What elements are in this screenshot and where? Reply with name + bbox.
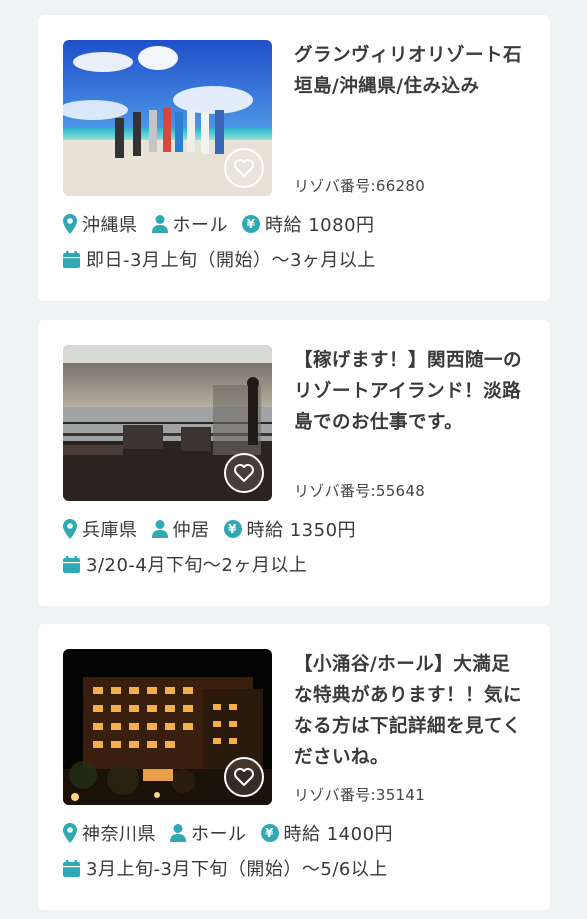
wage-info: ¥ 時給 1080円	[242, 211, 375, 237]
job-photo-hotel[interactable]	[63, 649, 272, 805]
job-title[interactable]: グランヴィリオリゾート石垣島/沖縄県/住み込み	[294, 40, 526, 102]
yen-icon: ¥	[242, 215, 260, 233]
wage-info: ¥ 時給 1350円	[223, 516, 357, 542]
job-card[interactable]: グランヴィリオリゾート石垣島/沖縄県/住み込み リゾバ番号:66280 沖縄県 …	[38, 15, 550, 301]
map-pin-icon	[63, 519, 77, 539]
location-info: 兵庫県	[63, 516, 138, 542]
job-type-label: 仲居	[172, 520, 210, 541]
period-info: 3/20-4月下旬〜2ヶ月以上	[63, 551, 307, 577]
job-listing-list: グランヴィリオリゾート石垣島/沖縄県/住み込み リゾバ番号:66280 沖縄県 …	[0, 0, 587, 919]
job-card[interactable]: 【小涌谷/ホール】大満足な特典があります！！気になる方は下記詳細を見てくださいね…	[38, 624, 550, 910]
job-type-info: 仲居	[151, 516, 210, 542]
job-type-info: ホール	[170, 820, 247, 846]
wage-info: ¥ 時給 1400円	[260, 820, 394, 846]
location-label: 神奈川県	[82, 824, 156, 845]
job-type-label: ホール	[191, 824, 247, 845]
person-icon	[170, 824, 186, 842]
job-photo-terrace[interactable]	[63, 345, 272, 501]
location-info: 神奈川県	[63, 820, 156, 846]
yen-icon: ¥	[260, 824, 279, 842]
job-number: リゾバ番号:55648	[294, 482, 426, 500]
heart-icon	[234, 159, 254, 177]
yen-icon: ¥	[223, 520, 242, 538]
favorite-button[interactable]	[224, 453, 264, 493]
map-pin-icon	[63, 823, 77, 843]
job-meta: 沖縄県 ホール ¥ 時給 1080円	[63, 211, 389, 237]
heart-icon	[234, 768, 254, 786]
job-photo-beach[interactable]	[63, 40, 272, 196]
period-label: 3/20-4月下旬〜2ヶ月以上	[86, 555, 308, 576]
job-title[interactable]: 【小涌谷/ホール】大満足な特典があります！！気になる方は下記詳細を見てくださいね…	[294, 649, 526, 773]
location-info: 沖縄県	[63, 211, 138, 237]
calendar-icon	[63, 250, 80, 268]
job-type-label: ホール	[172, 215, 228, 236]
period-label: 即日-3月上旬（開始）〜3ヶ月以上	[86, 250, 376, 271]
wage-label: 時給 1350円	[246, 520, 357, 541]
job-number: リゾバ番号:35141	[294, 786, 426, 804]
job-meta: 神奈川県 ホール ¥ 時給 1400円	[63, 820, 407, 846]
job-meta: 兵庫県 仲居 ¥ 時給 1350円	[63, 516, 370, 542]
favorite-button[interactable]	[224, 757, 264, 797]
location-label: 沖縄県	[82, 215, 138, 236]
map-pin-icon	[63, 214, 77, 234]
favorite-button[interactable]	[224, 148, 264, 188]
period-info: 3月上旬-3月下旬（開始）〜5/6以上	[63, 855, 388, 881]
period-label: 3月上旬-3月下旬（開始）〜5/6以上	[86, 859, 388, 880]
person-icon	[151, 215, 168, 233]
wage-label: 時給 1400円	[283, 824, 394, 845]
job-type-info: ホール	[151, 211, 229, 237]
wage-label: 時給 1080円	[265, 215, 375, 236]
calendar-icon	[63, 859, 80, 877]
calendar-icon	[63, 555, 80, 573]
period-info: 即日-3月上旬（開始）〜3ヶ月以上	[63, 246, 376, 272]
location-label: 兵庫県	[82, 520, 138, 541]
job-number: リゾバ番号:66280	[294, 177, 426, 195]
person-icon	[151, 520, 168, 538]
heart-icon	[234, 464, 254, 482]
job-card[interactable]: 【稼げます！】関西随一のリゾートアイランド！淡路島でのお仕事です。 リゾバ番号:…	[38, 320, 550, 606]
job-title[interactable]: 【稼げます！】関西随一のリゾートアイランド！淡路島でのお仕事です。	[294, 345, 526, 438]
